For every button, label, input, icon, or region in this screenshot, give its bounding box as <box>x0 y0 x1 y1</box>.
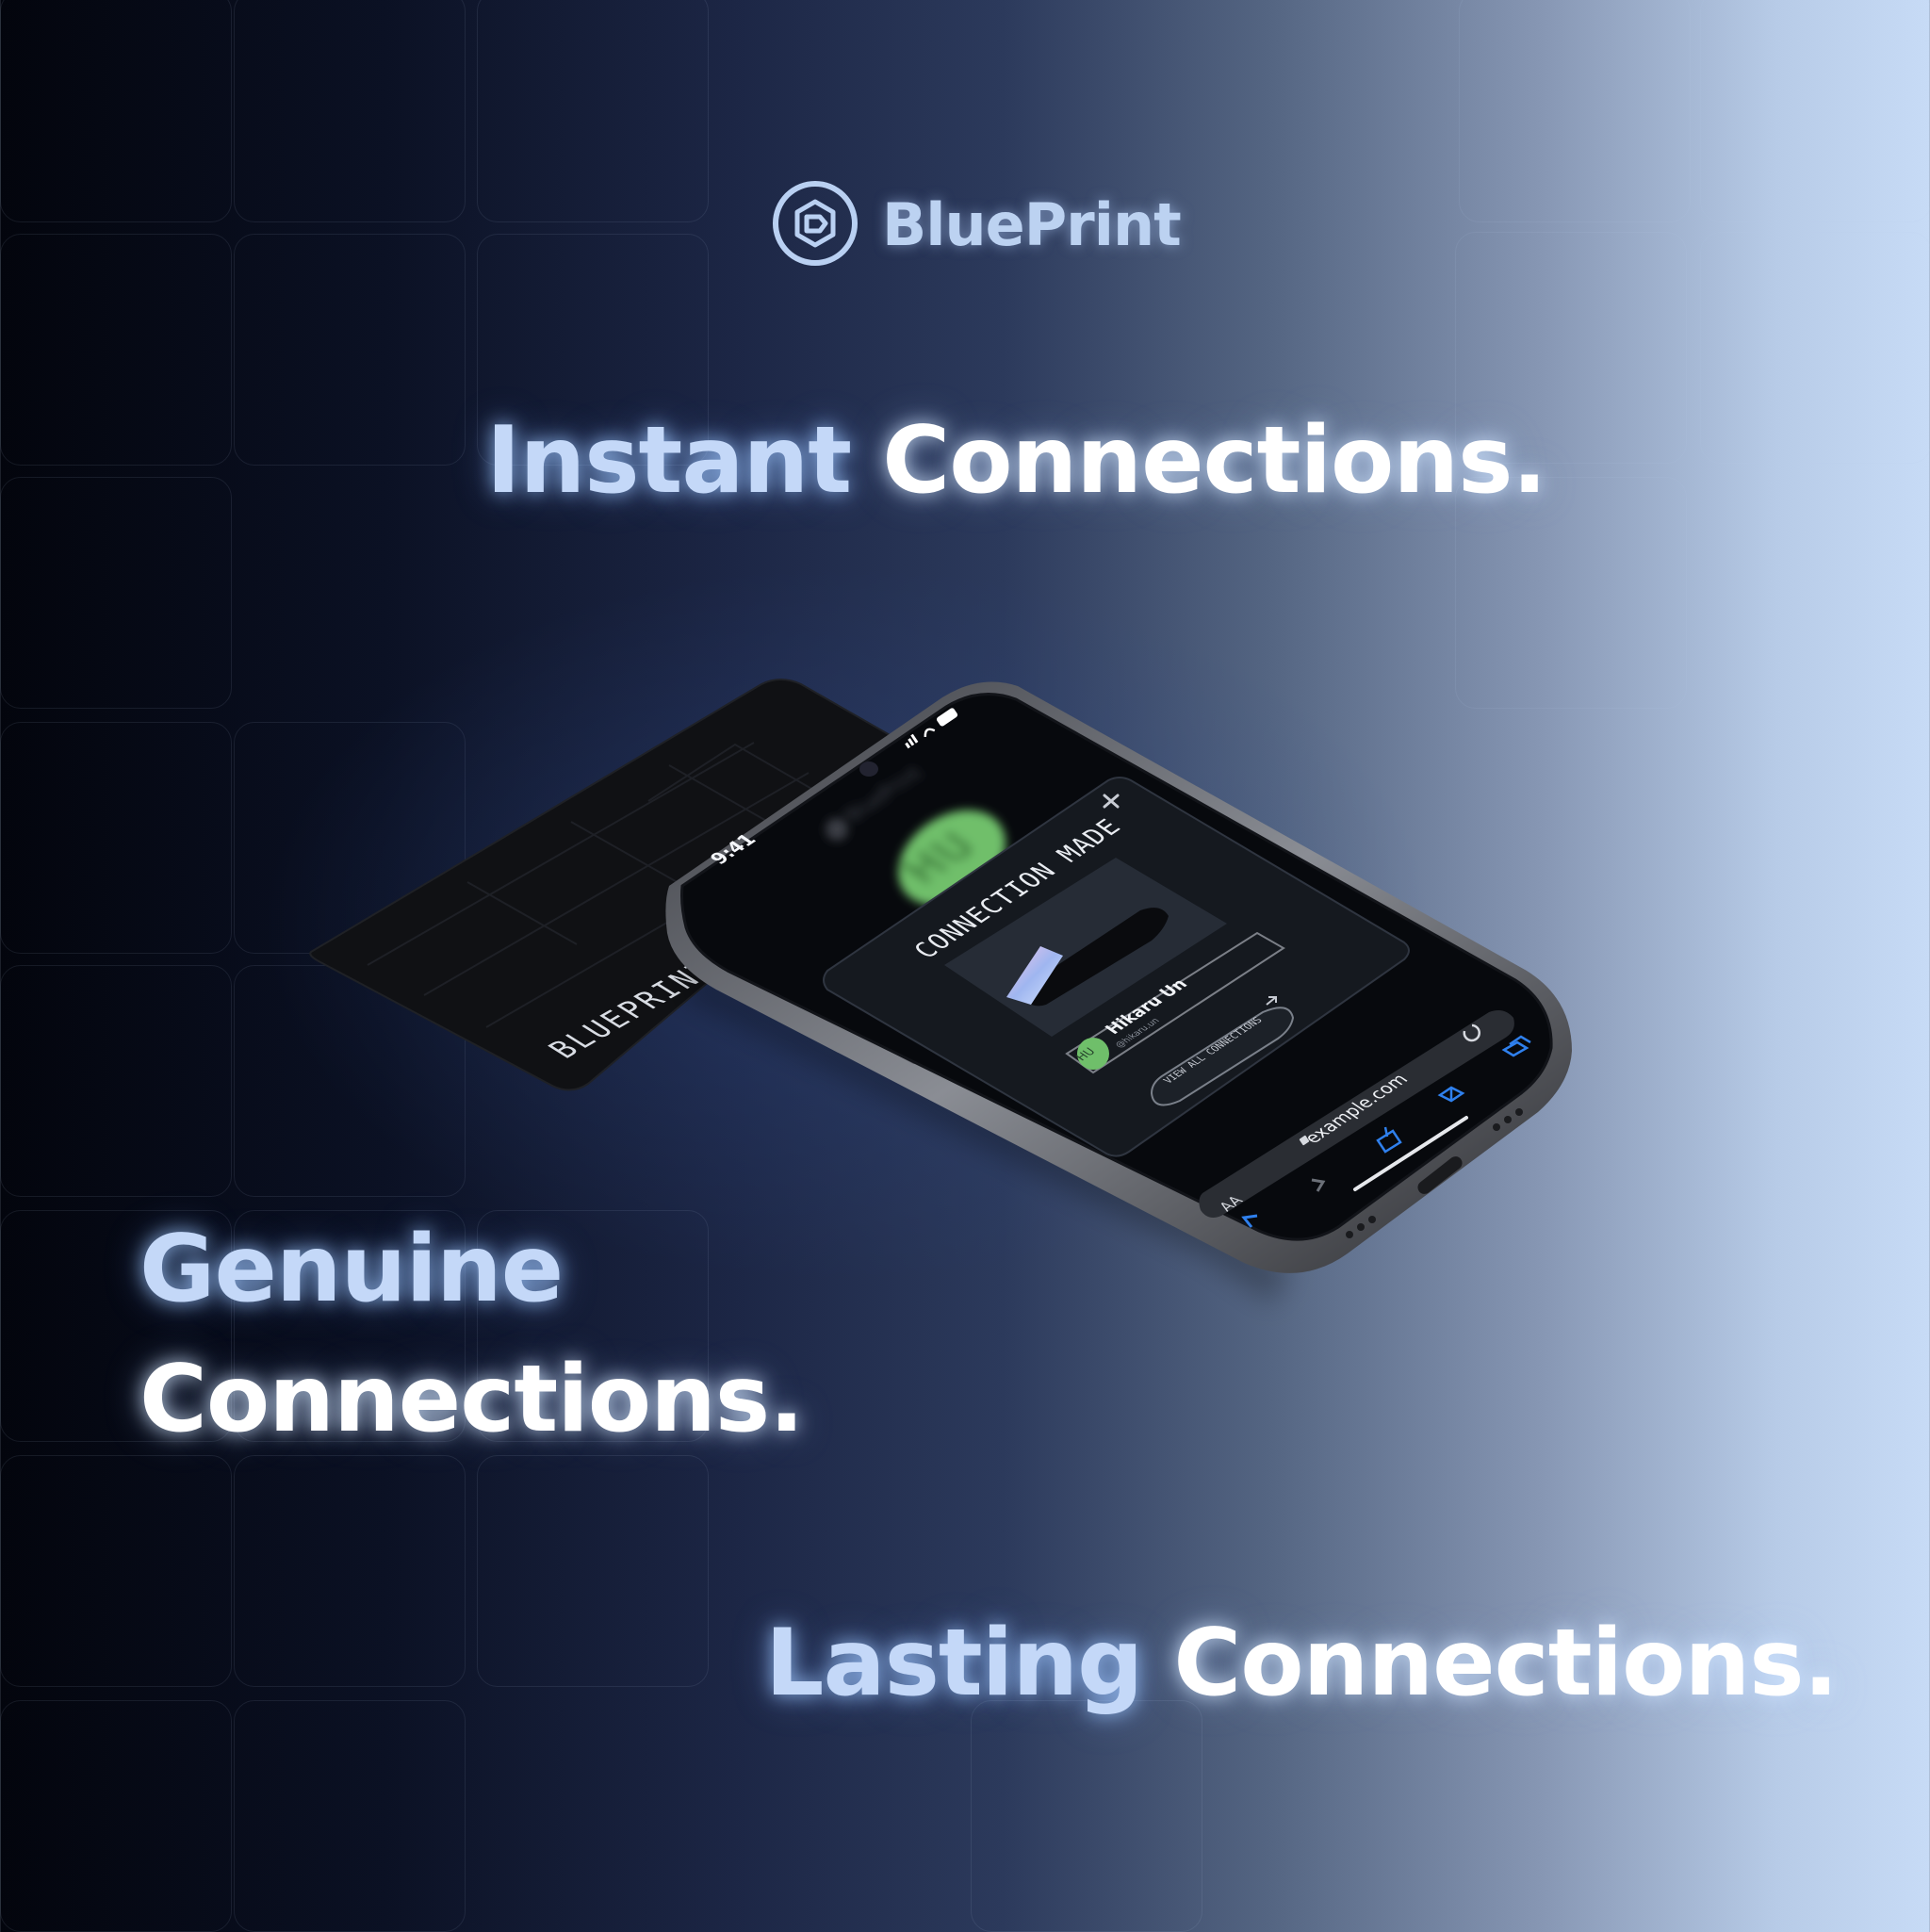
product-scene: BLUEPRINT 9:41 BluePrint HU CONNECTION M… <box>264 565 1572 1304</box>
camera-icon <box>859 761 878 777</box>
